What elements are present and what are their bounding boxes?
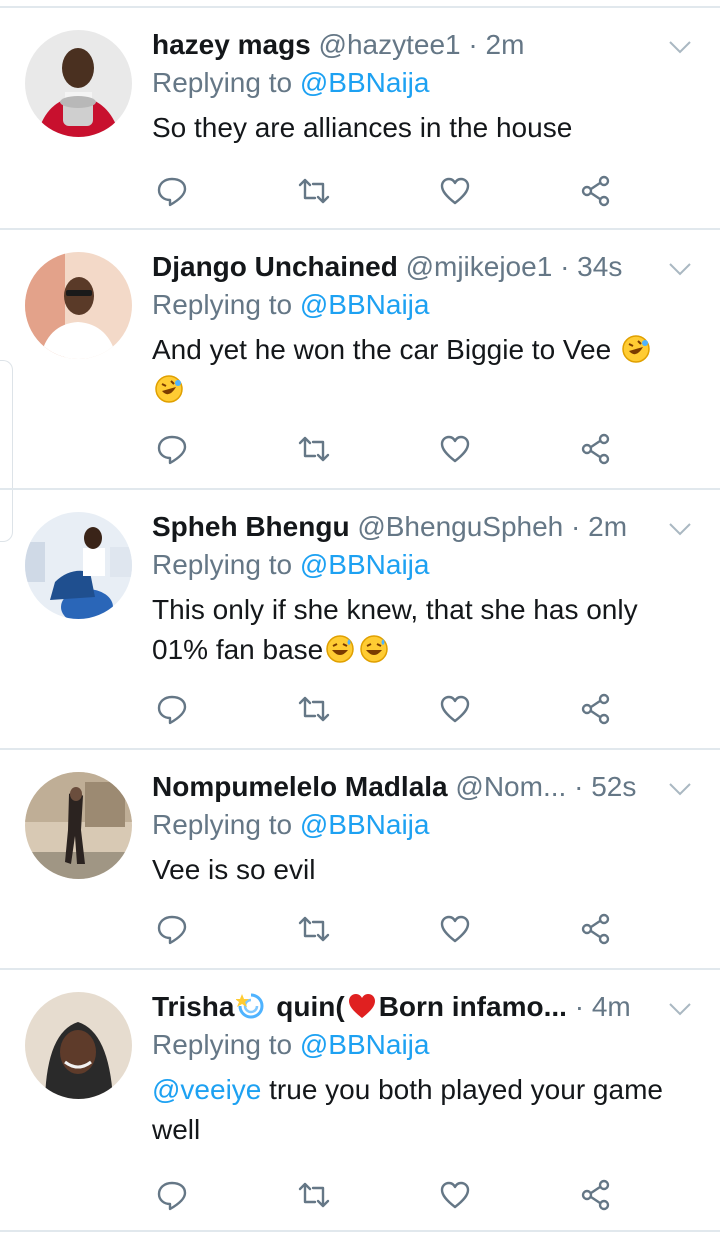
tweet-text: And yet he won the car Biggie to Vee [152,330,692,410]
tweet-item[interactable]: Django Unchained @mjikejoe1 · 34s Replyi… [0,230,720,490]
replying-to-line: Replying to @BBNaija [152,64,692,104]
red-heart-emoji-icon [348,994,375,1018]
author-name[interactable]: Spheh Bhengu [152,511,350,542]
reply-icon[interactable] [155,912,189,946]
separator-dot: · [468,29,478,60]
reply-mention-link[interactable]: @BBNaija [300,67,430,98]
sweat-smile-emoji-icon [326,635,354,663]
tweet-time[interactable]: 4m [592,991,631,1022]
like-icon[interactable] [438,1178,472,1212]
author-header: Trisha quin( Born infamo... · 4m [152,988,692,1026]
tweet-time[interactable]: 34s [577,251,622,282]
tweet-text: Vee is so evil [152,854,316,885]
dizzy-emoji-icon [236,993,264,1019]
separator-dot: · [574,991,585,1022]
replying-label: Replying to [152,1029,293,1060]
author-name[interactable]: Trisha quin( Born infamo... [152,991,567,1022]
avatar[interactable] [25,30,132,137]
author-name[interactable]: hazey mags [152,29,311,60]
like-icon[interactable] [438,432,472,466]
retweet-icon[interactable] [297,432,331,466]
replying-to-line: Replying to @BBNaija [152,286,692,326]
sweat-smile-emoji-icon [360,635,388,663]
tweet-actions [0,432,720,466]
tweet-text: @veeiye true you both played your game w… [152,1070,692,1150]
reply-icon[interactable] [155,174,189,208]
chevron-down-icon[interactable] [668,522,692,536]
reply-mention-link[interactable]: @BBNaija [300,549,430,580]
reply-mention-link[interactable]: @BBNaija [300,809,430,840]
author-name-part3: Born infamo... [378,991,567,1022]
like-icon[interactable] [438,912,472,946]
reply-mention-link[interactable]: @BBNaija [300,289,430,320]
replying-label: Replying to [152,549,293,580]
author-handle[interactable]: @BhenguSpheh [357,511,563,542]
replying-label: Replying to [152,289,293,320]
share-icon[interactable] [579,432,613,466]
retweet-icon[interactable] [297,174,331,208]
replying-to-line: Replying to @BBNaija [152,806,692,846]
replying-to-line: Replying to @BBNaija [152,1026,692,1066]
like-icon[interactable] [438,692,472,726]
reply-icon[interactable] [155,692,189,726]
tweet-actions [0,692,720,726]
author-name-part2: quin( [276,991,345,1022]
retweet-icon[interactable] [297,912,331,946]
chevron-down-icon[interactable] [668,262,692,276]
tweet-text-line1: This only if she knew, that she has only [152,594,638,625]
share-icon[interactable] [579,174,613,208]
share-icon[interactable] [579,1178,613,1212]
tweet-item[interactable]: Spheh Bhengu @BhenguSpheh · 2m Replying … [0,490,720,750]
tweet-actions [0,912,720,946]
tweet-actions [0,174,720,208]
rofl-emoji-icon [155,375,183,403]
tweet-text-rest: true you both played your game [261,1074,663,1105]
replying-to-line: Replying to @BBNaija [152,546,692,586]
author-name[interactable]: Nompumelelo Madlala [152,771,448,802]
chevron-down-icon[interactable] [668,782,692,796]
chevron-down-icon[interactable] [668,40,692,54]
tweet-item[interactable]: Trisha quin( Born infamo... · 4m Replying… [0,970,720,1232]
reply-icon[interactable] [155,432,189,466]
tweet-time[interactable]: 2m [486,29,525,60]
separator-dot: · [560,251,570,282]
tweet-text-content: And yet he won the car Biggie to Vee [152,334,612,365]
tweet-item[interactable]: hazey mags @hazytee1 · 2m Replying to @B… [0,8,720,230]
tweet-time[interactable]: 52s [591,771,636,802]
reply-icon[interactable] [155,1178,189,1212]
tweet-item[interactable]: Nompumelelo Madlala @Nom... · 52s Replyi… [0,750,720,970]
share-icon[interactable] [579,692,613,726]
author-handle[interactable]: @Nom... [455,771,566,802]
author-handle[interactable]: @hazytee1 [319,29,461,60]
retweet-icon[interactable] [297,692,331,726]
author-handle[interactable]: @mjikejoe1 [406,251,553,282]
share-icon[interactable] [579,912,613,946]
separator-dot: · [574,771,584,802]
avatar[interactable] [25,992,132,1099]
reply-mention-link[interactable]: @BBNaija [300,1029,430,1060]
author-name-part1: Trisha [152,991,235,1022]
replying-label: Replying to [152,67,293,98]
separator-dot: · [571,511,581,542]
tweet-actions [0,1178,720,1212]
retweet-icon[interactable] [297,1178,331,1212]
rofl-emoji-icon [622,335,650,363]
avatar[interactable] [25,252,132,359]
avatar[interactable] [25,512,132,619]
like-icon[interactable] [438,174,472,208]
tweet-text: This only if she knew, that she has only… [152,590,692,670]
author-name[interactable]: Django Unchained [152,251,398,282]
avatar[interactable] [25,772,132,879]
tweet-text: So they are alliances in the house [152,112,573,143]
text-mention-link[interactable]: @veeiye [152,1074,261,1105]
replying-label: Replying to [152,809,293,840]
tweet-text-line2: well [152,1114,201,1145]
chevron-down-icon[interactable] [668,1002,692,1016]
tweet-text-line2: 01% fan base [152,634,324,665]
tweet-time[interactable]: 2m [588,511,627,542]
